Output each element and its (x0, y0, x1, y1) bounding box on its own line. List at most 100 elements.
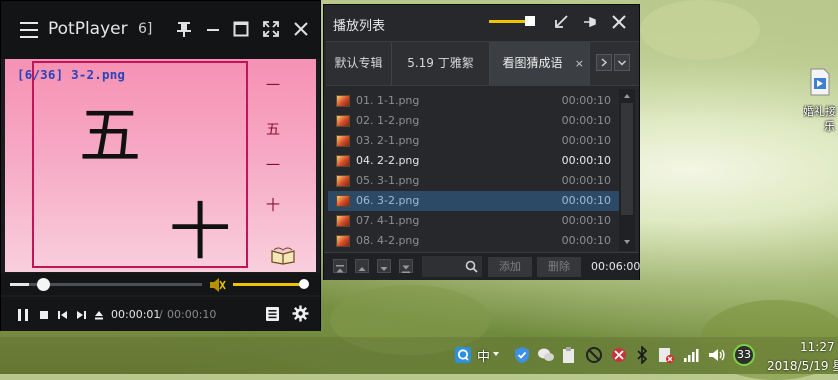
potplayer-titlebar[interactable]: PotPlayer 6] 3 (1, 1, 320, 59)
item-duration: 00:00:10 (561, 114, 611, 127)
character-top: 五 (79, 99, 142, 172)
settings-gear-icon[interactable] (292, 305, 309, 322)
playlist-title: 播放列表 (333, 19, 386, 34)
file-overlay-label: [6/36] 3-2.png (17, 67, 126, 82)
chevron-down-icon[interactable] (493, 352, 499, 356)
desktop-file-icon[interactable] (809, 68, 831, 96)
volume-slider[interactable] (233, 283, 309, 286)
list-item[interactable]: 07. 4-1.png 00:00:10 (328, 211, 619, 231)
playlist-search[interactable] (422, 256, 482, 277)
side-char: 五 (266, 122, 280, 138)
image-file-icon (336, 135, 350, 147)
minimize-icon[interactable] (203, 19, 223, 39)
qq-input-icon[interactable] (454, 346, 472, 364)
side-char: 一 (266, 78, 280, 94)
scrollbar-thumb[interactable] (621, 103, 633, 215)
fullscreen-icon[interactable] (261, 19, 281, 39)
network-disconnected-icon[interactable] (610, 346, 628, 364)
item-duration: 00:00:10 (561, 134, 611, 147)
search-icon (465, 260, 478, 273)
speaker-icon[interactable] (707, 346, 725, 364)
list-item[interactable]: 03. 2-1.png 00:00:10 (328, 131, 619, 151)
playlist-slider-handle[interactable] (525, 16, 535, 26)
desktop-label-line: 乐 (824, 120, 835, 133)
pause-icon[interactable] (16, 307, 30, 321)
maximize-icon[interactable] (231, 19, 251, 39)
item-duration: 00:00:10 (561, 94, 611, 107)
move-top-icon[interactable] (333, 259, 347, 273)
clock-date[interactable]: 2018/5/19 星 (767, 357, 838, 374)
previous-icon[interactable] (56, 307, 70, 321)
wechat-icon[interactable] (537, 346, 555, 364)
pin-icon[interactable] (174, 19, 194, 39)
side-char: 一 (266, 158, 280, 174)
add-button[interactable]: 添加 (488, 257, 532, 277)
item-duration: 00:00:10 (561, 174, 611, 187)
playlist-titlebar[interactable]: 播放列表 (324, 5, 639, 39)
clock-time[interactable]: 11:27 (800, 340, 835, 354)
shrink-arrow-icon[interactable] (553, 14, 569, 30)
input-method-label[interactable]: 中 (477, 346, 490, 365)
list-item[interactable]: 04. 2-2.png 00:00:10 (328, 151, 619, 171)
item-name: 05. 3-1.png (356, 174, 420, 187)
item-name: 06. 3-2.png (356, 194, 420, 207)
volume-level (233, 283, 306, 286)
next-icon[interactable] (74, 307, 88, 321)
no-disturb-icon[interactable] (585, 346, 603, 364)
playlist-icon[interactable] (265, 306, 280, 322)
tray-status-badge[interactable]: 33 (733, 344, 755, 366)
seek-progress (10, 283, 30, 286)
image-file-icon (336, 115, 350, 127)
stop-icon[interactable] (37, 307, 51, 321)
security-warning-icon[interactable] (658, 346, 674, 364)
delete-button[interactable]: 删除 (537, 257, 581, 277)
total-time: 00:00:10 (167, 308, 217, 321)
item-name: 04. 2-2.png (356, 154, 420, 167)
bluetooth-icon[interactable] (635, 346, 649, 364)
menu-icon[interactable] (20, 22, 38, 38)
list-item[interactable]: 02. 1-2.png 00:00:10 (328, 111, 619, 131)
playlist-tabs: 默认专辑 5.19 丁雅絮 看图猜成语 × (326, 41, 639, 86)
item-name: 01. 1-1.png (356, 94, 420, 107)
close-icon[interactable] (611, 14, 627, 30)
desktop-file-label[interactable]: 婚礼接 乐 (803, 104, 838, 134)
tab-default-album[interactable]: 默认专辑 (326, 42, 392, 85)
list-item[interactable]: 01. 1-1.png 00:00:10 (328, 91, 619, 111)
move-up-icon[interactable] (355, 259, 369, 273)
scroll-down-icon[interactable] (622, 237, 632, 247)
video-area[interactable]: [6/36] 3-2.png 五 十 一 五 一 十 (5, 59, 316, 272)
list-item-selected[interactable]: 06. 3-2.png 00:00:10 (328, 191, 619, 211)
playlist-scrollbar[interactable] (619, 89, 635, 251)
list-item[interactable]: 08. 4-2.png 00:00:10 (328, 231, 619, 251)
desktop-label-line: 婚礼接 (803, 105, 836, 118)
tab-scroll-right-icon[interactable] (596, 54, 612, 71)
item-name: 02. 1-2.png (356, 114, 420, 127)
seek-handle[interactable] (37, 278, 51, 291)
playlist-total-duration: 00:06:00 (591, 260, 641, 273)
tab-close-icon[interactable]: × (575, 42, 584, 85)
tab-guess-idiom[interactable]: 看图猜成语 × (490, 42, 590, 85)
list-item[interactable]: 05. 3-1.png 00:00:10 (328, 171, 619, 191)
tab-dingyaxu[interactable]: 5.19 丁雅絮 (392, 42, 490, 85)
book-icon (271, 247, 295, 265)
item-duration: 00:00:10 (561, 154, 611, 167)
tab-dropdown-icon[interactable] (614, 54, 630, 71)
clipboard-icon[interactable] (561, 346, 577, 364)
move-down-icon[interactable] (377, 259, 391, 273)
close-icon[interactable] (291, 19, 311, 39)
move-bottom-icon[interactable] (399, 259, 413, 273)
signal-icon[interactable] (682, 346, 700, 364)
image-file-icon (336, 215, 350, 227)
app-name: PotPlayer (48, 19, 128, 39)
eject-icon[interactable] (92, 307, 106, 321)
shield-icon[interactable] (513, 346, 531, 364)
item-name: 03. 2-1.png (356, 134, 420, 147)
mute-icon[interactable] (208, 277, 226, 293)
image-file-icon (336, 155, 350, 167)
time-separator: / (159, 308, 163, 321)
seek-bar-row (1, 273, 320, 295)
image-file-icon (336, 235, 350, 247)
pin-icon[interactable] (582, 14, 598, 30)
volume-handle[interactable] (299, 279, 309, 289)
scroll-up-icon[interactable] (622, 91, 632, 101)
